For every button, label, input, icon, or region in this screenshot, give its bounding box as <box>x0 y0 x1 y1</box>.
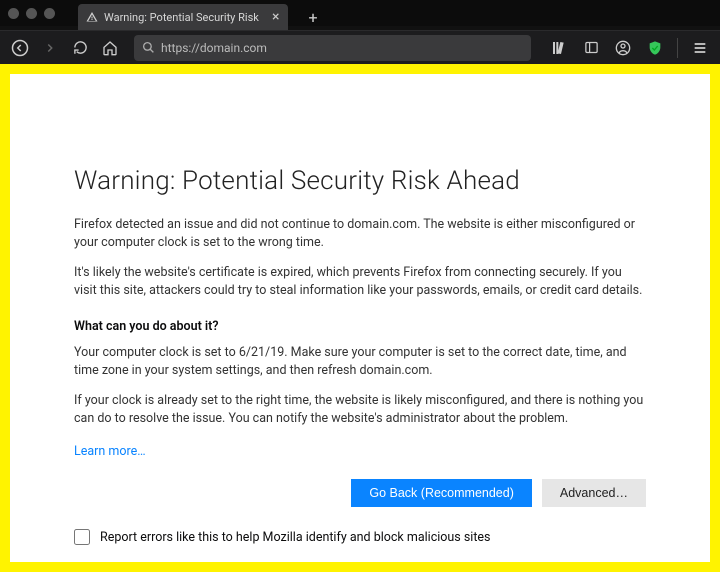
learn-more-link[interactable]: Learn more… <box>74 444 146 459</box>
page-heading: Warning: Potential Security Risk Ahead <box>74 166 646 196</box>
home-button[interactable] <box>96 34 124 62</box>
content-frame: Warning: Potential Security Risk Ahead F… <box>0 64 720 572</box>
tab-title: Warning: Potential Security Risk <box>104 11 264 24</box>
window-controls <box>8 8 55 19</box>
advanced-button[interactable]: Advanced… <box>542 479 646 507</box>
library-button[interactable] <box>545 34 573 62</box>
url-bar[interactable]: https://domain.com <box>134 35 531 61</box>
browser-toolbar: https://domain.com <box>0 30 720 64</box>
reload-button[interactable] <box>66 34 94 62</box>
advice-1: Your computer clock is set to 6/21/19. M… <box>74 344 646 380</box>
divider <box>677 38 678 58</box>
protection-shield-icon[interactable] <box>641 34 669 62</box>
search-icon <box>142 41 155 54</box>
report-errors-checkbox[interactable] <box>74 529 90 545</box>
subheading: What can you do about it? <box>74 319 646 334</box>
maximize-window-button[interactable] <box>44 8 55 19</box>
new-tab-button[interactable]: + <box>302 6 324 28</box>
error-page: Warning: Potential Security Risk Ahead F… <box>10 74 710 562</box>
error-description-1: Firefox detected an issue and did not co… <box>74 216 646 252</box>
forward-button[interactable] <box>36 34 64 62</box>
advice-2: If your clock is already set to the righ… <box>74 392 646 428</box>
browser-tab[interactable]: Warning: Potential Security Risk × <box>78 4 288 30</box>
minimize-window-button[interactable] <box>26 8 37 19</box>
report-errors-row[interactable]: Report errors like this to help Mozilla … <box>74 529 646 545</box>
report-errors-label: Report errors like this to help Mozilla … <box>100 530 491 545</box>
close-window-button[interactable] <box>8 8 19 19</box>
go-back-button[interactable]: Go Back (Recommended) <box>351 479 532 507</box>
close-tab-button[interactable]: × <box>272 10 279 24</box>
error-description-2: It's likely the website's certificate is… <box>74 264 646 300</box>
button-row: Go Back (Recommended) Advanced… <box>74 479 646 507</box>
back-button[interactable] <box>6 34 34 62</box>
account-button[interactable] <box>609 34 637 62</box>
app-menu-button[interactable] <box>686 34 714 62</box>
warning-icon <box>86 11 98 23</box>
sidebar-button[interactable] <box>577 34 605 62</box>
url-text: https://domain.com <box>161 41 267 55</box>
